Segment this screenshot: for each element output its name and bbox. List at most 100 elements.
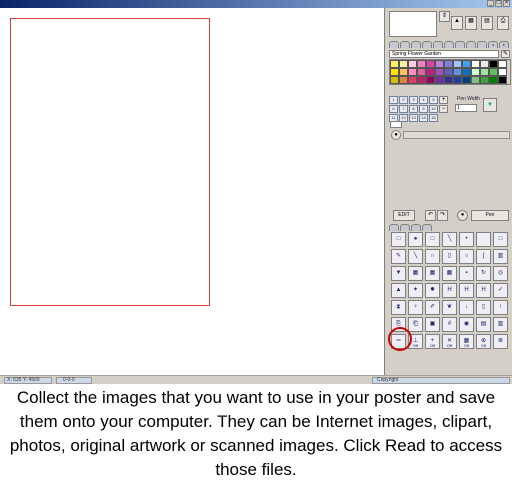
- color-swatch[interactable]: [417, 68, 426, 76]
- select-icon[interactable]: □: [391, 232, 406, 247]
- palette-tab[interactable]: [433, 41, 443, 48]
- grid-off-icon[interactable]: ▦ Off: [459, 334, 474, 349]
- rotate-icon[interactable]: ↻: [476, 266, 491, 281]
- tool-tab[interactable]: [422, 224, 432, 231]
- pen-size-button[interactable]: 2: [399, 96, 408, 104]
- color-swatch[interactable]: [471, 68, 480, 76]
- color-swatch[interactable]: [480, 60, 489, 68]
- bucket-icon[interactable]: ▥: [493, 317, 508, 332]
- image-icon[interactable]: ▦: [465, 16, 477, 30]
- pen-size-button[interactable]: 10: [429, 105, 438, 113]
- upload-icon[interactable]: ↑: [493, 300, 508, 315]
- scroll-arrows-icon[interactable]: ⇕: [439, 11, 450, 22]
- scan-icon[interactable]: ▤: [481, 16, 493, 30]
- transparency-slider[interactable]: [389, 120, 511, 130]
- palette-tab[interactable]: [444, 41, 454, 48]
- undo-icon[interactable]: ↶: [425, 210, 436, 221]
- point-icon[interactable]: •: [459, 232, 474, 247]
- redo-icon[interactable]: ↷: [437, 210, 448, 221]
- brush-icon[interactable]: ✐: [425, 300, 440, 315]
- palette-tab[interactable]: [389, 41, 399, 48]
- poster-page[interactable]: [10, 18, 210, 306]
- color-swatch[interactable]: [399, 68, 408, 76]
- column-icon[interactable]: ▥: [493, 249, 508, 264]
- h-blue-icon[interactable]: H: [442, 283, 457, 298]
- sparkle-icon[interactable]: ✦: [408, 283, 423, 298]
- color-swatch[interactable]: [453, 60, 462, 68]
- pen-tool-icon[interactable]: ●: [457, 210, 468, 221]
- color-swatch[interactable]: [498, 76, 507, 84]
- cross-off-icon[interactable]: ✕ Off: [442, 334, 457, 349]
- star-icon[interactable]: ✸: [425, 283, 440, 298]
- pen-size-button[interactable]: 5: [429, 96, 438, 104]
- plus-off-icon[interactable]: + Off: [425, 334, 440, 349]
- color-swatch[interactable]: [408, 76, 417, 84]
- pen-size-button[interactable]: 1: [389, 96, 398, 104]
- rocket-icon[interactable]: ▲: [451, 16, 463, 30]
- minimize-icon[interactable]: _: [487, 0, 494, 7]
- save-file-icon[interactable]: ⎗: [408, 317, 423, 332]
- lock-icon[interactable]: ▤: [476, 317, 491, 332]
- color-swatch[interactable]: [462, 76, 471, 84]
- palette-edit-icon[interactable]: ✎: [501, 50, 510, 58]
- fill-icon[interactable]: □: [425, 232, 440, 247]
- h-purple-icon[interactable]: H: [476, 283, 491, 298]
- blank-icon[interactable]: [476, 232, 491, 247]
- color-swatch[interactable]: [408, 60, 417, 68]
- rectangle-icon[interactable]: □: [493, 232, 508, 247]
- rect-outline-icon[interactable]: ▯: [442, 249, 457, 264]
- color-swatch[interactable]: [444, 60, 453, 68]
- pen-width-select[interactable]: 1: [455, 104, 477, 112]
- color-swatch[interactable]: [426, 60, 435, 68]
- palette-tab[interactable]: [411, 41, 421, 48]
- diagonal-line-icon[interactable]: ╲: [408, 249, 423, 264]
- color-swatch[interactable]: [453, 68, 462, 76]
- paint-icon[interactable]: ●: [408, 232, 423, 247]
- pen-size-button[interactable]: 8: [409, 105, 418, 113]
- color-swatch[interactable]: [471, 76, 480, 84]
- color-swatch[interactable]: [417, 76, 426, 84]
- color-swatch[interactable]: [390, 76, 399, 84]
- ellipse-icon[interactable]: ○: [459, 249, 474, 264]
- print-icon[interactable]: ⎙: [497, 16, 509, 30]
- color-swatch[interactable]: [390, 60, 399, 68]
- color-swatch[interactable]: [426, 68, 435, 76]
- rotation-slider[interactable]: ●: [389, 130, 511, 140]
- pen-size-button[interactable]: 9: [419, 105, 428, 113]
- trophy-icon[interactable]: ♆: [408, 300, 423, 315]
- leaf-icon[interactable]: ❦: [442, 300, 457, 315]
- bottle-icon[interactable]: ▯: [476, 300, 491, 315]
- palette-tab-prev[interactable]: ◂: [488, 41, 498, 48]
- edit-button[interactable]: EDIT: [393, 210, 415, 221]
- color-swatch[interactable]: [444, 68, 453, 76]
- tool-tab[interactable]: [389, 224, 399, 231]
- color-swatch[interactable]: [435, 76, 444, 84]
- tool-tab[interactable]: [400, 224, 410, 231]
- color-swatch[interactable]: [390, 68, 399, 76]
- color-swatch[interactable]: [435, 68, 444, 76]
- color-swatch[interactable]: [399, 60, 408, 68]
- palette-tab[interactable]: [400, 41, 410, 48]
- maximize-icon[interactable]: □: [495, 0, 502, 7]
- color-swatch[interactable]: [435, 60, 444, 68]
- close-icon[interactable]: ×: [503, 0, 510, 7]
- grid-small-icon[interactable]: ▦: [408, 266, 423, 281]
- line-icon[interactable]: ╲: [442, 232, 457, 247]
- pen-size-button[interactable]: 7: [399, 105, 408, 113]
- frame-icon[interactable]: ▣: [425, 317, 440, 332]
- zoom-out-icon[interactable]: −: [439, 105, 448, 113]
- color-swatch[interactable]: [453, 76, 462, 84]
- hash-icon[interactable]: #: [442, 317, 457, 332]
- link-off-icon[interactable]: ⊕ Off: [476, 334, 491, 349]
- color-swatch[interactable]: [462, 68, 471, 76]
- palette-tab-next[interactable]: ▸: [499, 41, 509, 48]
- color-swatch[interactable]: [408, 68, 417, 76]
- grid-large-icon[interactable]: ▦: [442, 266, 457, 281]
- palette-tab[interactable]: [455, 41, 465, 48]
- h-teal-icon[interactable]: H: [459, 283, 474, 298]
- slider-track[interactable]: [403, 131, 510, 139]
- move-icon[interactable]: ▪: [459, 266, 474, 281]
- hourglass-icon[interactable]: ⧗: [391, 300, 406, 315]
- tool-tab[interactable]: [411, 224, 421, 231]
- color-swatch[interactable]: [399, 76, 408, 84]
